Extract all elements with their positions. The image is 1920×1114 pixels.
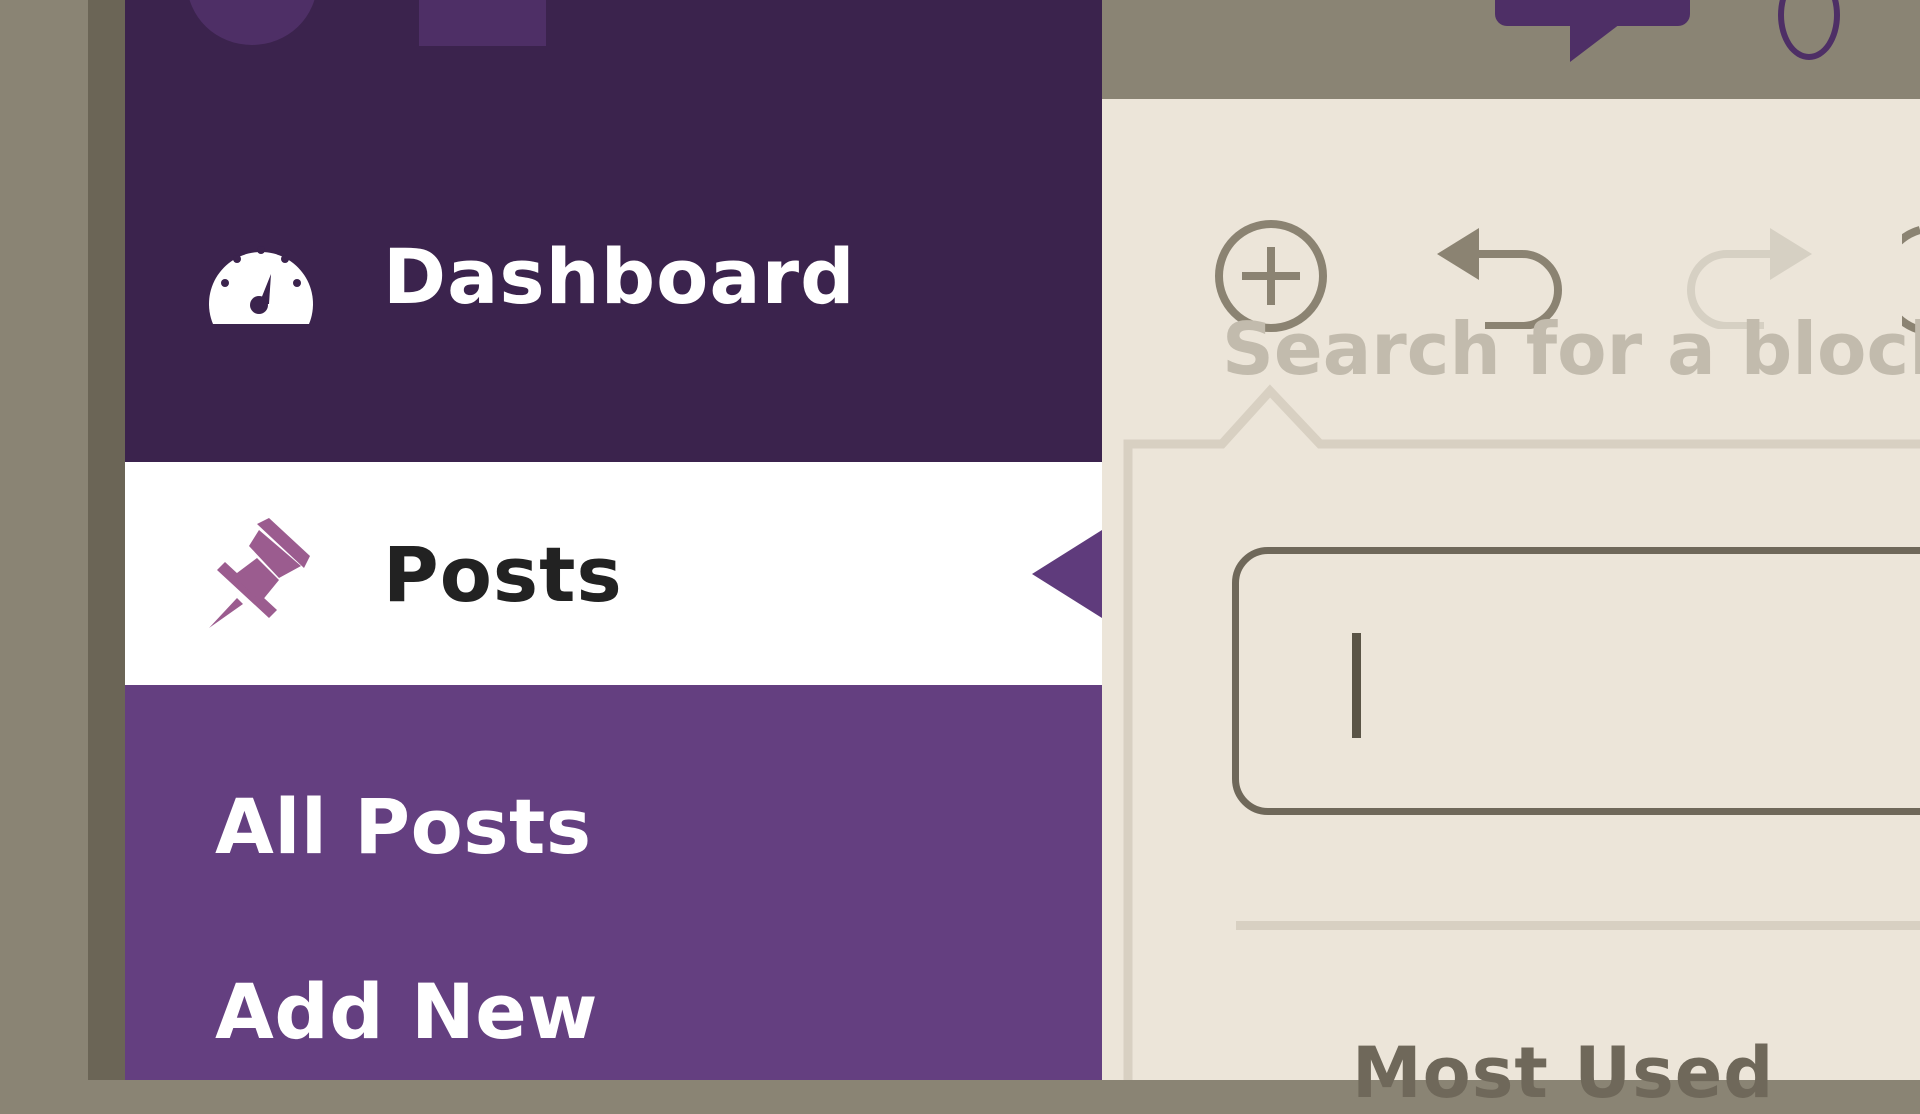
- submenu-item-all-posts[interactable]: All Posts: [215, 782, 592, 871]
- block-search-box: [1232, 547, 1920, 815]
- active-item-pointer: [1032, 530, 1102, 618]
- posts-submenu: All Posts Add New: [125, 685, 1102, 1080]
- sidebar-item-label: Dashboard: [383, 232, 856, 321]
- sidebar-item-dashboard[interactable]: Dashboard: [125, 232, 1102, 337]
- topbar-profile-icon[interactable]: [1778, 0, 1840, 60]
- submenu-item-add-new[interactable]: Add New: [215, 967, 598, 1056]
- sidebar-item-label: Posts: [383, 530, 623, 619]
- block-search-input[interactable]: [1222, 289, 1920, 409]
- sidebar-item-posts[interactable]: Posts: [125, 462, 1102, 685]
- most-used-heading: Most Used: [1352, 1032, 1775, 1114]
- comments-bubble-tail: [1570, 24, 1620, 62]
- comments-icon[interactable]: [1495, 0, 1690, 26]
- pin-icon: [207, 518, 312, 632]
- dashboard-gauge-icon: [205, 232, 317, 331]
- admin-sidebar: Dashboard Posts All Posts Add New: [125, 0, 1102, 1080]
- text-caret: [1352, 633, 1361, 738]
- block-editor-panel: [1102, 99, 1920, 1080]
- window-edge: [88, 0, 125, 1080]
- topbar-logo-icon[interactable]: [187, 0, 317, 45]
- divider: [1236, 921, 1920, 930]
- topbar-home-icon[interactable]: [419, 0, 546, 46]
